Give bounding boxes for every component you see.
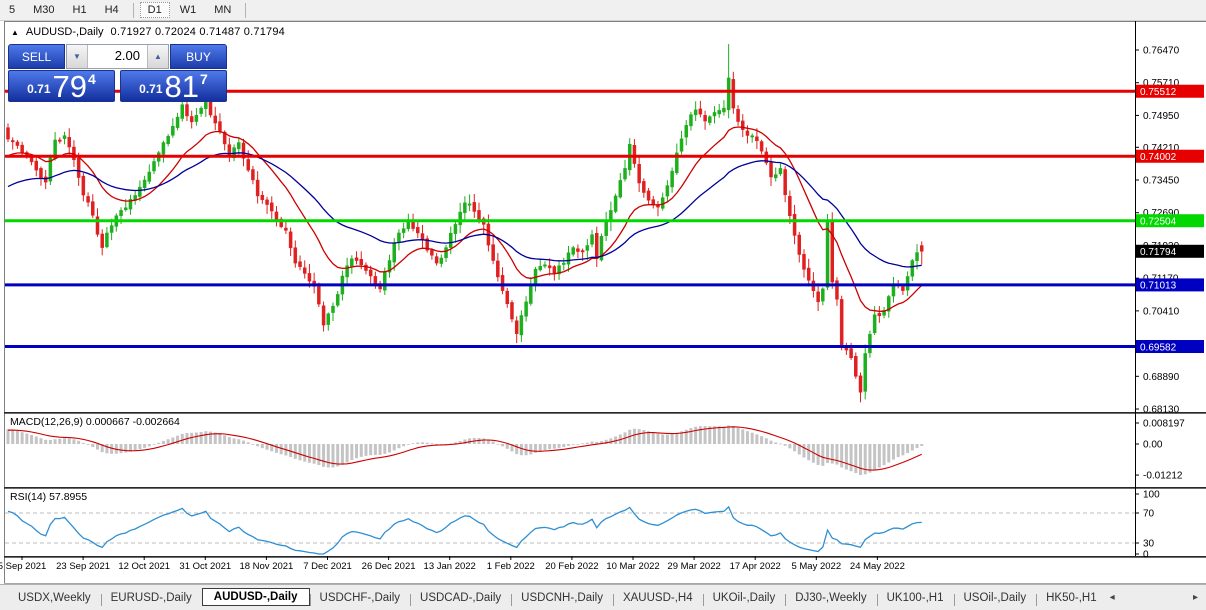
one-click-trade-panel: SELL ▼ 2.00 ▲ BUY 0.71 79 4 0.71 81 7	[8, 44, 227, 102]
buy-price-pipette: 7	[200, 71, 208, 87]
timeframe-w1[interactable]: W1	[172, 2, 205, 18]
svg-text:0.71013: 0.71013	[1140, 281, 1177, 292]
symbol-tabbar: USDX,Weekly EURUSD-,Daily AUDUSD-,Daily …	[0, 584, 1206, 610]
svg-text:30: 30	[1143, 539, 1155, 550]
panel-collapse-icon[interactable]: ▲	[11, 27, 19, 38]
svg-text:0.70410: 0.70410	[1143, 306, 1180, 317]
svg-text:0.75512: 0.75512	[1140, 87, 1177, 98]
sell-price-pipette: 4	[88, 71, 96, 87]
svg-text:0.68130: 0.68130	[1143, 405, 1180, 416]
svg-text:0: 0	[1143, 550, 1149, 561]
toolbar-separator	[132, 2, 134, 18]
chart-symbol-title: AUDUSD-,Daily	[25, 26, 104, 38]
buy-price-prefix: 0.71	[139, 82, 163, 96]
svg-text:0.71794: 0.71794	[1140, 247, 1177, 258]
svg-text:31 Oct 2021: 31 Oct 2021	[179, 561, 231, 572]
svg-text:20 Feb 2022: 20 Feb 2022	[545, 561, 598, 572]
svg-text:0.76470: 0.76470	[1143, 46, 1180, 57]
volume-input[interactable]: 2.00	[88, 45, 147, 68]
volume-spinner: ▼ 2.00 ▲	[66, 44, 169, 69]
chart-ohlc-values: 0.71927 0.72024 0.71487 0.71794	[110, 26, 285, 38]
timeframe-toolbar: 5 M30 H1 H4 D1 W1 MN	[0, 0, 1206, 21]
svg-text:1 Feb 2022: 1 Feb 2022	[487, 561, 535, 572]
tab-audusd-daily[interactable]: AUDUSD-,Daily	[201, 588, 310, 606]
svg-text:0.69582: 0.69582	[1140, 342, 1177, 353]
timeframe-d1[interactable]: D1	[139, 2, 170, 18]
buy-quote-box[interactable]: 0.71 81 7	[120, 70, 227, 102]
svg-text:0.73450: 0.73450	[1143, 176, 1180, 187]
timeframe-h4[interactable]: H4	[97, 2, 127, 18]
tab-usdchf-daily[interactable]: USDCHF-,Daily	[309, 589, 411, 607]
svg-text:24 May 2022: 24 May 2022	[850, 561, 905, 572]
svg-text:0.74002: 0.74002	[1140, 152, 1177, 163]
svg-text:12 Oct 2021: 12 Oct 2021	[118, 561, 170, 572]
svg-text:7 Dec 2021: 7 Dec 2021	[303, 561, 352, 572]
svg-text:18 Nov 2021: 18 Nov 2021	[239, 561, 293, 572]
svg-text:0.74950: 0.74950	[1143, 111, 1180, 122]
svg-text:29 Mar 2022: 29 Mar 2022	[667, 561, 720, 572]
svg-text:13 Jan 2022: 13 Jan 2022	[424, 561, 476, 572]
tab-usoil-daily[interactable]: USOil-,Daily	[953, 589, 1037, 607]
svg-text:26 Dec 2021: 26 Dec 2021	[362, 561, 416, 572]
timeframe-m5[interactable]: 5	[1, 2, 23, 18]
svg-text:0.008197: 0.008197	[1143, 418, 1185, 429]
svg-text:0.00: 0.00	[1143, 440, 1163, 451]
timeframe-h1[interactable]: H1	[65, 2, 95, 18]
macd-indicator-label: MACD(12,26,9) 0.000667 -0.002664	[10, 416, 180, 428]
tab-usdcnh-daily[interactable]: USDCNH-,Daily	[511, 589, 613, 607]
sell-price-big: 79	[52, 69, 88, 104]
buy-price-big: 81	[164, 69, 200, 104]
svg-text:5 Sep 2021: 5 Sep 2021	[0, 561, 46, 572]
sell-button[interactable]: SELL	[8, 44, 65, 69]
volume-decrease-icon[interactable]: ▼	[67, 45, 88, 68]
svg-text:-0.01212: -0.01212	[1143, 471, 1183, 482]
timeframe-m30[interactable]: M30	[25, 2, 62, 18]
svg-text:100: 100	[1143, 490, 1160, 501]
tab-usdx-weekly[interactable]: USDX,Weekly	[8, 589, 101, 607]
tab-ukoil-daily[interactable]: UKOil-,Daily	[702, 589, 786, 607]
svg-text:17 Apr 2022: 17 Apr 2022	[730, 561, 781, 572]
svg-text:0.72504: 0.72504	[1140, 217, 1177, 228]
svg-text:0.68890: 0.68890	[1143, 372, 1180, 383]
rsi-indicator-label: RSI(14) 57.8955	[10, 491, 88, 503]
tab-usdcad-daily[interactable]: USDCAD-,Daily	[410, 589, 511, 607]
tabs-scroll-left-icon[interactable]: ◂	[1107, 592, 1118, 603]
tab-xauusd-h4[interactable]: XAUUSD-,H4	[612, 589, 703, 607]
tab-uk100-h1[interactable]: UK100-,H1	[876, 589, 954, 607]
tab-eurusd-daily[interactable]: EURUSD-,Daily	[100, 589, 202, 607]
svg-text:5 May 2022: 5 May 2022	[791, 561, 841, 572]
tab-dj30-weekly[interactable]: DJ30-,Weekly	[785, 589, 876, 607]
sell-price-prefix: 0.71	[27, 82, 51, 96]
tabs-scroll-right-icon[interactable]: ▸	[1190, 592, 1201, 603]
svg-text:23 Sep 2021: 23 Sep 2021	[56, 561, 110, 572]
timeframe-mn[interactable]: MN	[206, 2, 239, 18]
svg-text:70: 70	[1143, 509, 1155, 520]
toolbar-separator	[245, 2, 247, 18]
chart-title-row: ▲ AUDUSD-,Daily 0.71927 0.72024 0.71487 …	[11, 26, 285, 38]
sell-quote-box[interactable]: 0.71 79 4	[8, 70, 115, 102]
volume-increase-icon[interactable]: ▲	[147, 45, 168, 68]
tab-hk50-h1[interactable]: HK50-,H1	[1036, 589, 1107, 607]
svg-text:10 Mar 2022: 10 Mar 2022	[606, 561, 659, 572]
buy-button[interactable]: BUY	[170, 44, 227, 69]
